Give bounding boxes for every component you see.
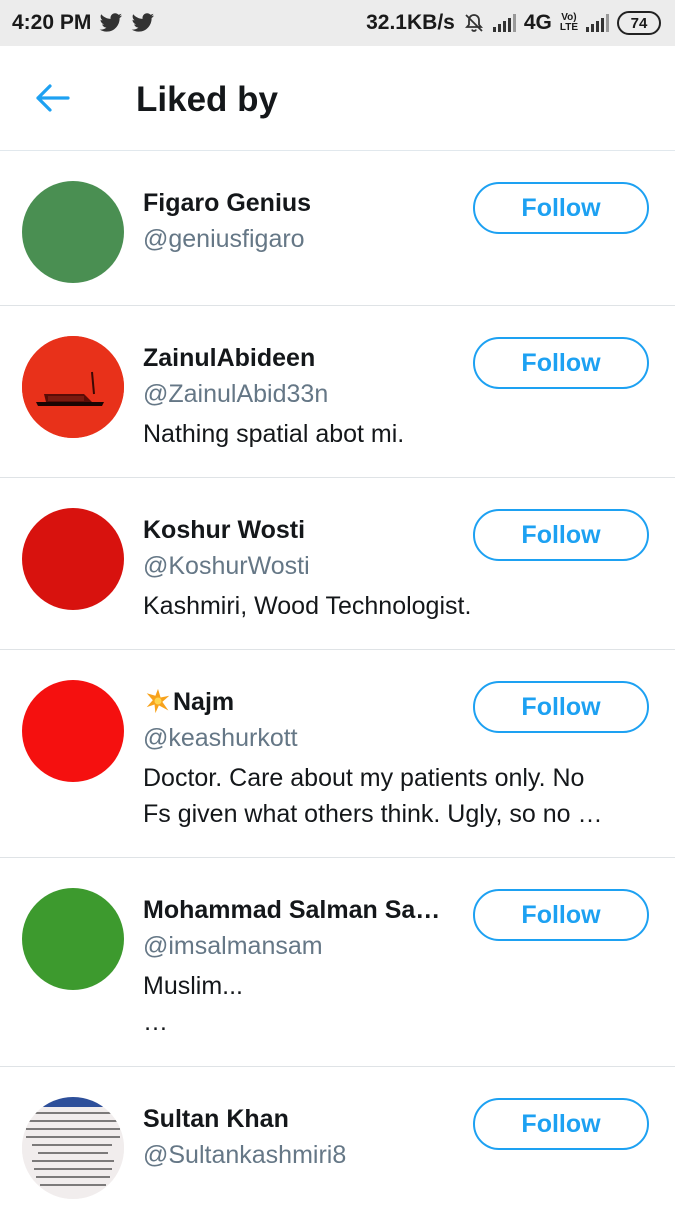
signal-strength-icon bbox=[492, 14, 516, 32]
avatar[interactable] bbox=[22, 680, 124, 782]
user-bio-line-2: Fs given what others think. Ugly, so no … bbox=[143, 800, 603, 828]
signal-strength-icon bbox=[586, 14, 609, 32]
twitter-bird-icon bbox=[99, 13, 123, 32]
user-handle: @imsalmansam bbox=[143, 932, 323, 960]
follow-button[interactable]: Follow bbox=[473, 337, 649, 389]
user-name: ZainulAbideen bbox=[143, 344, 316, 372]
user-bio: Nathing spatial abot mi. bbox=[143, 420, 405, 448]
user-row[interactable]: Mohammad Salman Sa… @imsalmansam Muslim.… bbox=[0, 858, 675, 1067]
user-name: Koshur Wosti bbox=[143, 516, 306, 544]
bell-muted-icon bbox=[464, 14, 483, 32]
user-bio: Muslim... bbox=[143, 972, 243, 1000]
network-type: 4G bbox=[523, 11, 552, 34]
battery-icon: 74 bbox=[617, 11, 661, 35]
user-name: Figaro Genius bbox=[143, 189, 312, 217]
sparkle-emoji-icon bbox=[146, 688, 170, 714]
user-name: Najm bbox=[143, 688, 234, 717]
user-handle: @geniusfigaro bbox=[143, 225, 305, 253]
avatar[interactable] bbox=[22, 1097, 124, 1199]
avatar[interactable] bbox=[22, 508, 124, 610]
follow-button[interactable]: Follow bbox=[473, 681, 649, 733]
avatar-image bbox=[22, 336, 124, 438]
user-handle: @keashurkott bbox=[143, 724, 298, 752]
user-row[interactable]: Koshur Wosti @KoshurWosti Kashmiri, Wood… bbox=[0, 478, 675, 650]
page-title: Liked by bbox=[136, 80, 278, 119]
app-header: Liked by bbox=[0, 46, 675, 151]
twitter-bird-icon bbox=[131, 13, 155, 32]
network-speed: 32.1KB/s bbox=[366, 11, 455, 34]
status-bar: 4:20 PM 32.1KB/s 4G Vo) LTE 74 bbox=[0, 0, 675, 46]
back-button[interactable] bbox=[34, 78, 74, 118]
follow-button[interactable]: Follow bbox=[473, 889, 649, 941]
avatar[interactable] bbox=[22, 181, 124, 283]
user-bio-line-2: … bbox=[143, 1008, 168, 1036]
user-bio: Doctor. Care about my patients only. No bbox=[143, 764, 585, 792]
user-name: Sultan Khan bbox=[143, 1105, 289, 1133]
user-row[interactable]: Figaro Genius @geniusfigaro Follow bbox=[0, 151, 675, 306]
user-bio: Kashmiri, Wood Technologist. bbox=[143, 592, 472, 620]
follow-button[interactable]: Follow bbox=[473, 509, 649, 561]
avatar[interactable] bbox=[22, 888, 124, 990]
user-name: Mohammad Salman Sa… bbox=[143, 896, 441, 924]
user-handle: @Sultankashmiri8 bbox=[143, 1141, 347, 1169]
user-row[interactable]: ZainulAbideen @ZainulAbid33n Nathing spa… bbox=[0, 306, 675, 478]
volte-indicator: Vo) LTE bbox=[559, 12, 578, 33]
user-row[interactable]: Sultan Khan @Sultankashmiri8 Follow bbox=[0, 1067, 675, 1207]
avatar-image bbox=[22, 1097, 124, 1199]
user-row[interactable]: Najm @keashurkott Doctor. Care about my … bbox=[0, 650, 675, 858]
arrow-left-icon bbox=[36, 84, 70, 112]
user-handle: @KoshurWosti bbox=[143, 552, 310, 580]
status-time: 4:20 PM bbox=[12, 11, 92, 34]
user-handle: @ZainulAbid33n bbox=[143, 380, 329, 408]
follow-button[interactable]: Follow bbox=[473, 1098, 649, 1150]
avatar[interactable] bbox=[22, 336, 124, 438]
follow-button[interactable]: Follow bbox=[473, 182, 649, 234]
liked-by-list: Figaro Genius @geniusfigaro Follow Zainu… bbox=[0, 151, 675, 1207]
